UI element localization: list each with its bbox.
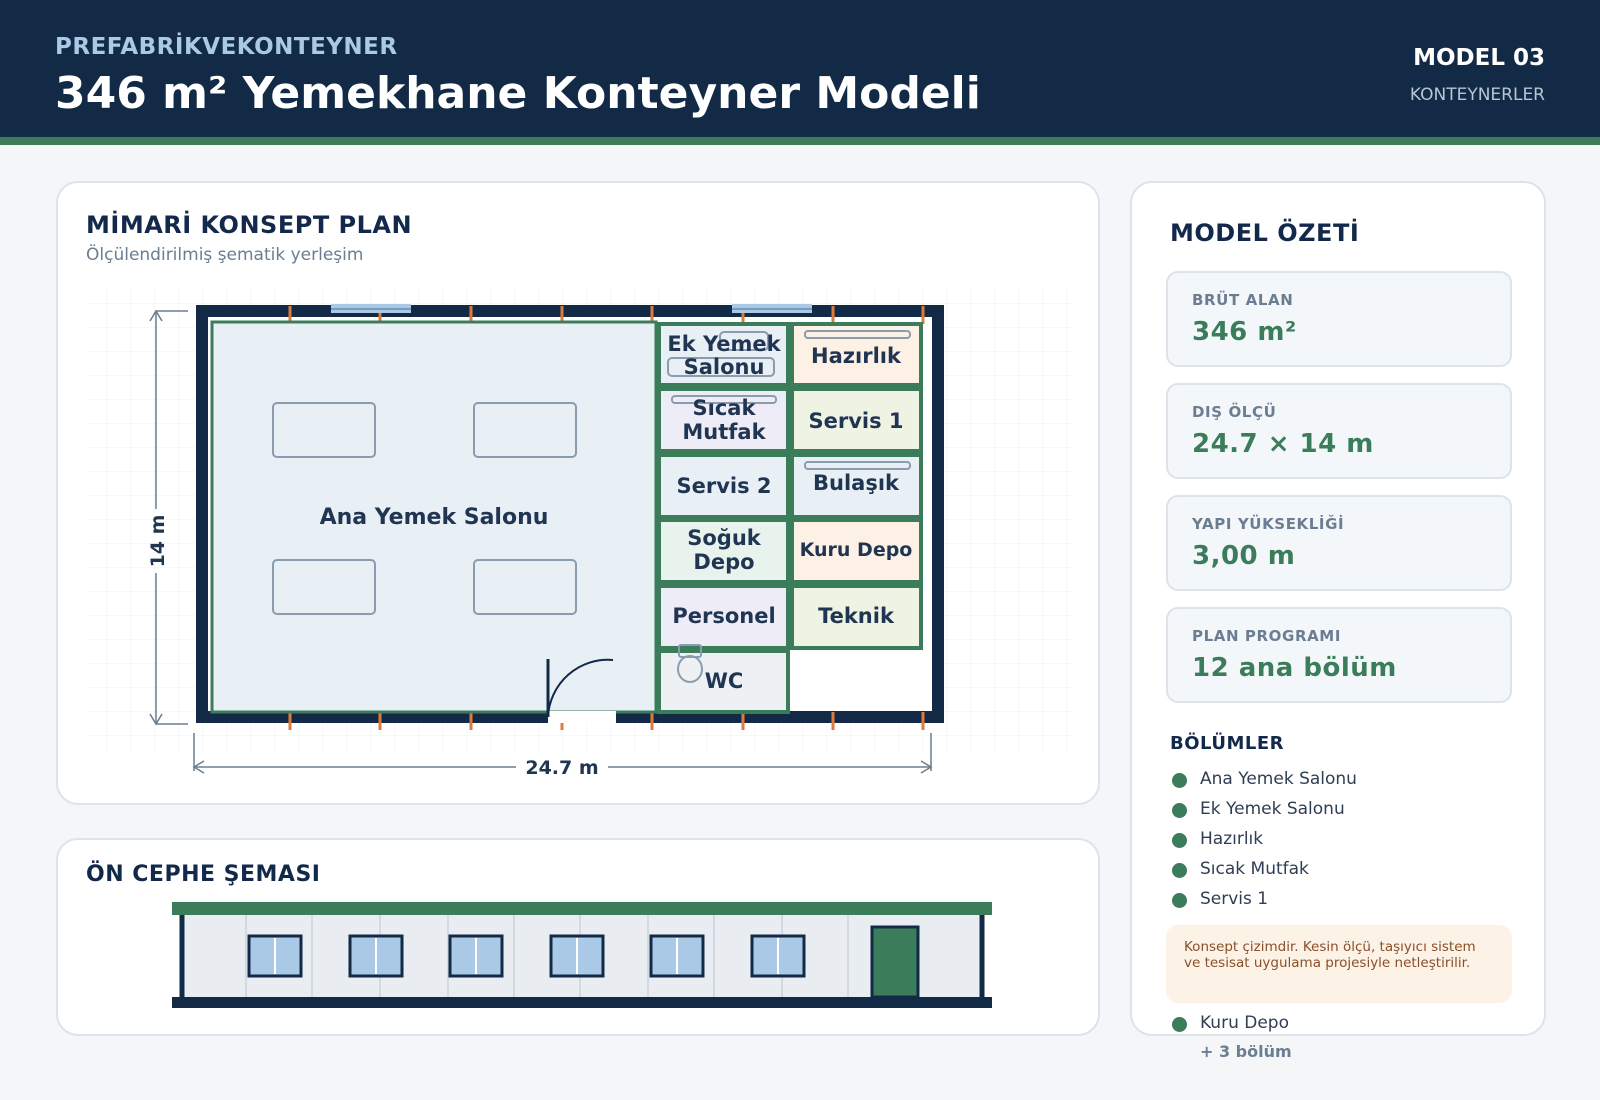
front-elevation-drawing [172, 902, 992, 1008]
bullet-dot-icon [1172, 1017, 1187, 1032]
room-label-soguk-2: Depo [693, 550, 754, 574]
room-label-bulasik: Bulaşık [813, 471, 900, 495]
elevation-base [172, 997, 992, 1008]
list-item: Ana Yemek Salonu [1170, 769, 1510, 799]
stat-value: 346 m² [1192, 317, 1297, 347]
summary-title: MODEL ÖZETİ [1170, 219, 1360, 247]
bullet-dot-icon [1172, 863, 1187, 878]
elevation-card: ÖN CEPHE ŞEMASI [56, 838, 1100, 1036]
room-label-sicak-1: Sıcak [693, 396, 757, 420]
section-label: Sıcak Mutfak [1200, 859, 1309, 879]
elevation-roof [172, 902, 992, 915]
stat-outer-size: DIŞ ÖLÇÜ 24.7 × 14 m [1166, 383, 1512, 479]
stat-plan-program: PLAN PROGRAMI 12 ana bölüm [1166, 607, 1512, 703]
stat-label: YAPI YÜKSEKLİĞİ [1192, 515, 1345, 533]
window-top-2 [732, 304, 812, 313]
room-label-teknik: Teknik [818, 604, 895, 628]
summary-card: MODEL ÖZETİ BRÜT ALAN 346 m² DIŞ ÖLÇÜ 24… [1130, 181, 1546, 1061]
sections-list: Ana Yemek Salonu Ek Yemek Salonu Hazırlı… [1170, 769, 1510, 919]
section-label: Ek Yemek Salonu [1200, 799, 1345, 819]
more-sections-link[interactable]: + 3 bölüm [1200, 1042, 1292, 1061]
bullet-dot-icon [1172, 893, 1187, 908]
page-title: 346 m² Yemekhane Konteyner Modeli [55, 68, 981, 119]
plan-card: MİMARİ KONSEPT PLAN Ölçülendirilmiş şema… [56, 181, 1100, 805]
concept-note: Konsept çizimdir. Kesin ölçü, taşıyıcı s… [1166, 925, 1512, 1003]
room-label-soguk-1: Soğuk [687, 526, 762, 550]
bullet-dot-icon [1172, 803, 1187, 818]
room-label-wc: WC [705, 669, 744, 693]
dimension-width-label: 24.7 m [525, 757, 598, 779]
stat-height: YAPI YÜKSEKLİĞİ 3,00 m [1166, 495, 1512, 591]
stat-value: 12 ana bölüm [1192, 653, 1397, 683]
room-label-servis-2: Servis 2 [676, 474, 771, 498]
stat-value: 3,00 m [1192, 541, 1296, 571]
list-item: Hazırlık [1170, 829, 1510, 859]
section-label: Kuru Depo [1200, 1013, 1289, 1033]
stat-label: DIŞ ÖLÇÜ [1192, 403, 1277, 421]
entrance-gap [548, 711, 616, 723]
header-stripe [0, 137, 1600, 145]
list-item: Servis 1 [1170, 889, 1510, 919]
list-item: Kuru Depo [1170, 1013, 1289, 1043]
sections-title: BÖLÜMLER [1170, 733, 1285, 754]
room-label-main-hall: Ana Yemek Salonu [320, 505, 549, 530]
floor-plan-drawing: Ana Yemek Salonu Ek Yemek Salonu Hazırlı… [86, 286, 1072, 779]
room-label-servis-1: Servis 1 [808, 409, 903, 433]
stat-label: PLAN PROGRAMI [1192, 627, 1342, 645]
room-label-kuru-depo: Kuru Depo [800, 539, 913, 561]
section-label: Hazırlık [1200, 829, 1264, 849]
room-label-personel: Personel [672, 604, 775, 628]
list-item: Ek Yemek Salonu [1170, 799, 1510, 829]
model-number: MODEL 03 [1413, 45, 1545, 71]
list-item: Sıcak Mutfak [1170, 859, 1510, 889]
section-label: Servis 1 [1200, 889, 1269, 909]
bullet-dot-icon [1172, 773, 1187, 788]
dimension-depth-label: 14 m [147, 515, 169, 568]
brand-name: PREFABRİKVEKONTEYNER [55, 34, 398, 60]
window-top-1 [331, 304, 411, 313]
room-label-ek-yemek-2: Salonu [684, 355, 765, 379]
room-label-sicak-2: Mutfak [682, 420, 766, 444]
model-category: KONTEYNERLER [1409, 85, 1545, 105]
stat-gross-area: BRÜT ALAN 346 m² [1166, 271, 1512, 367]
elevation-door [870, 925, 920, 999]
room-label-ek-yemek-1: Ek Yemek [667, 332, 781, 356]
stat-value: 24.7 × 14 m [1192, 429, 1374, 459]
stat-label: BRÜT ALAN [1192, 291, 1294, 309]
room-label-hazirlik: Hazırlık [811, 344, 902, 368]
header-bar: PREFABRİKVEKONTEYNER 346 m² Yemekhane Ko… [0, 0, 1600, 137]
bullet-dot-icon [1172, 833, 1187, 848]
section-label: Ana Yemek Salonu [1200, 769, 1357, 789]
